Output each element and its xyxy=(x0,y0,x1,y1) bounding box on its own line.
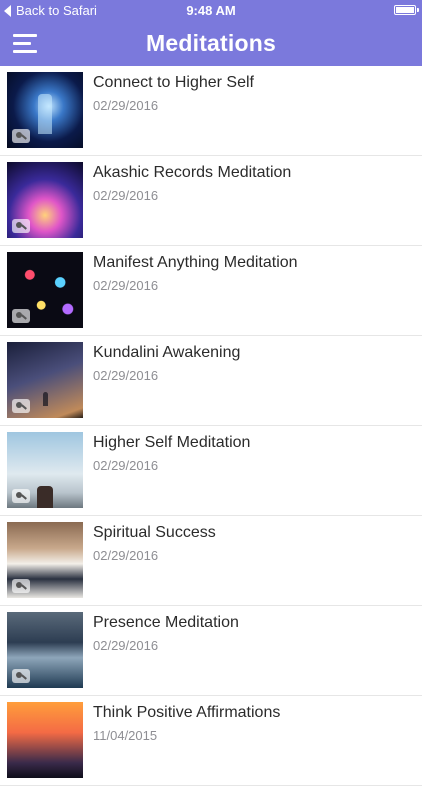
meditation-date: 02/29/2016 xyxy=(93,548,159,563)
stormy-sea-image xyxy=(7,612,83,688)
meditation-title: Akashic Records Meditation xyxy=(93,164,292,181)
meditation-title: Presence Meditation xyxy=(93,614,239,631)
meditation-title: Manifest Anything Meditation xyxy=(93,254,298,271)
person-sky-image xyxy=(7,432,83,508)
meditation-date: 02/29/2016 xyxy=(93,458,159,473)
audio-badge-icon xyxy=(12,309,30,323)
starry-sky-image xyxy=(7,342,83,418)
nav-bar: Back to Safari 9:48 AM Meditations xyxy=(0,0,422,66)
list-item[interactable]: Think Positive Affirmations 11/04/2015 xyxy=(0,696,422,786)
meditation-date: 02/29/2016 xyxy=(93,638,159,653)
status-time: 9:48 AM xyxy=(186,3,236,18)
meditation-title: Kundalini Awakening xyxy=(93,344,241,361)
meditation-date: 02/29/2016 xyxy=(93,98,159,113)
meditation-date: 02/29/2016 xyxy=(93,278,159,293)
figure-silhouette xyxy=(37,486,53,508)
meditation-date: 11/04/2015 xyxy=(93,728,158,743)
meditation-title: Higher Self Meditation xyxy=(93,434,251,451)
meditation-date: 02/29/2016 xyxy=(93,368,159,383)
audio-badge-icon xyxy=(12,399,30,413)
fireworks-image xyxy=(7,252,83,328)
pier-sunset-image xyxy=(7,702,83,778)
figure-silhouette xyxy=(38,94,52,134)
meditation-list: Connect to Higher Self 02/29/2016 Akashi… xyxy=(0,66,422,786)
audio-badge-icon xyxy=(12,219,30,233)
audio-badge-icon xyxy=(12,669,30,683)
meditation-title: Spiritual Success xyxy=(93,524,216,541)
reading-book-image xyxy=(7,522,83,598)
status-bar: Back to Safari 9:48 AM xyxy=(0,0,422,22)
list-item[interactable]: Spiritual Success 02/29/2016 xyxy=(0,516,422,606)
meditation-date: 02/29/2016 xyxy=(93,188,159,203)
meditation-title: Connect to Higher Self xyxy=(93,74,254,91)
meditation-title: Think Positive Affirmations xyxy=(93,704,281,721)
battery-level xyxy=(396,7,414,13)
list-item[interactable]: Presence Meditation 02/29/2016 xyxy=(0,606,422,696)
list-item[interactable]: Kundalini Awakening 02/29/2016 xyxy=(0,336,422,426)
list-item[interactable]: Manifest Anything Meditation 02/29/2016 xyxy=(0,246,422,336)
battery-icon xyxy=(394,5,419,15)
cosmic-figure-image xyxy=(7,72,83,148)
list-item[interactable]: Akashic Records Meditation 02/29/2016 xyxy=(0,156,422,246)
page-title: Meditations xyxy=(146,30,276,56)
list-item[interactable]: Higher Self Meditation 02/29/2016 xyxy=(0,426,422,516)
audio-badge-icon xyxy=(12,579,30,593)
figure-silhouette xyxy=(43,392,48,406)
list-item[interactable]: Connect to Higher Self 02/29/2016 xyxy=(0,66,422,156)
glowing-book-image xyxy=(7,162,83,238)
audio-badge-icon xyxy=(12,489,30,503)
audio-badge-icon xyxy=(12,129,30,143)
